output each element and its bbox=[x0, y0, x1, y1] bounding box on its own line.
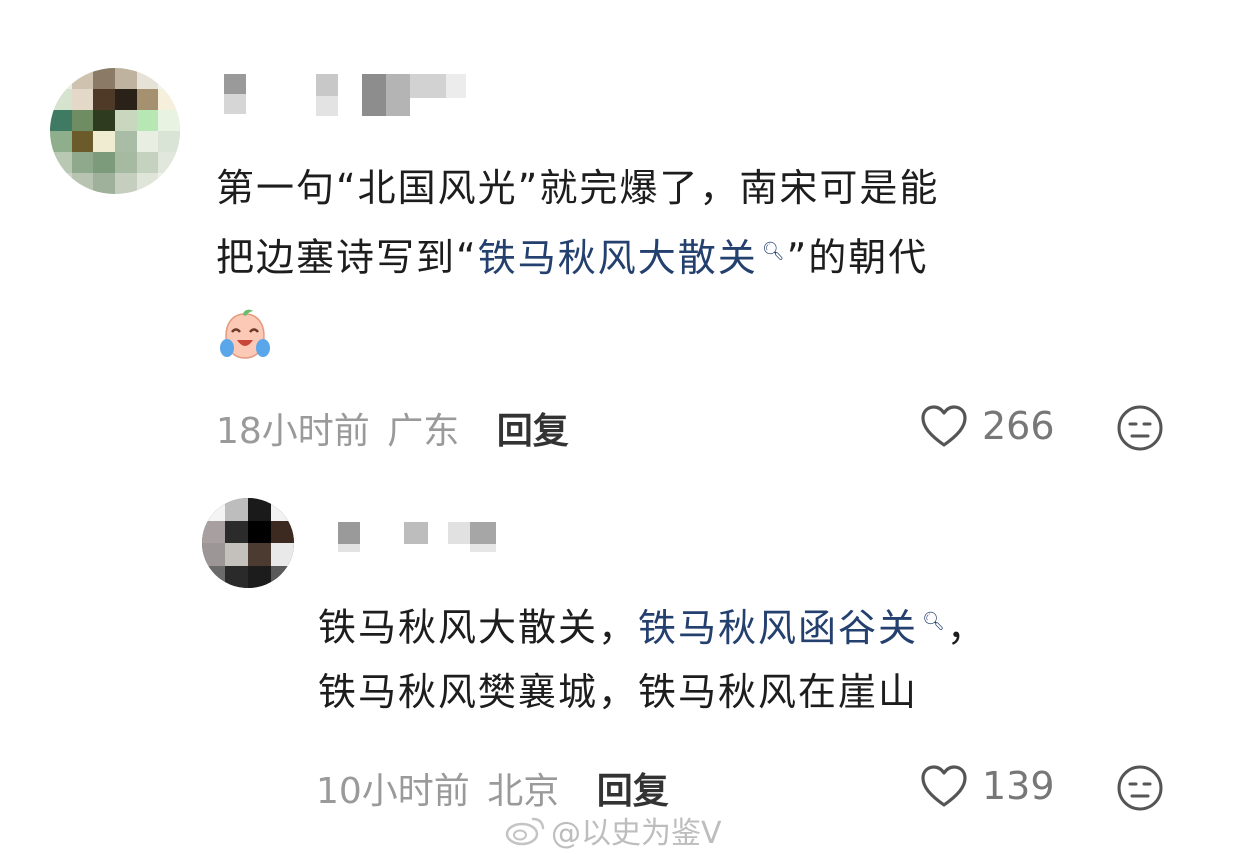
reply-text: 铁马秋风大散关，铁马秋风函谷关 🔍︎， 铁马秋风樊襄城，铁马秋风在崖山 bbox=[318, 590, 1178, 724]
reply-meta: 10小时前 北京 回复 bbox=[316, 762, 669, 814]
comment-link-dasanguan[interactable]: 铁马秋风大散关 🔍︎ bbox=[478, 236, 787, 280]
comment-meta: 18小时前 广东 回复 bbox=[216, 402, 569, 454]
comment-like-button[interactable]: 266 bbox=[920, 404, 1055, 448]
search-icon[interactable]: 🔍︎ bbox=[922, 611, 947, 632]
comment-time: 18小时前 bbox=[216, 411, 370, 452]
comment-username[interactable] bbox=[224, 74, 466, 116]
search-icon[interactable]: 🔍︎ bbox=[762, 241, 787, 262]
heart-outline-icon bbox=[921, 405, 967, 447]
comment-text-line1: 第一句“北国风光”就完爆了，南宋可是能 bbox=[216, 166, 940, 210]
reply-text-pre: 铁马秋风大散关， bbox=[318, 605, 639, 650]
reply-reply-button[interactable]: 回复 bbox=[597, 771, 669, 812]
neutral-face-icon[interactable] bbox=[1116, 764, 1164, 812]
heart-outline-icon bbox=[921, 765, 967, 807]
reply-time: 10小时前 bbox=[316, 771, 470, 812]
comment-like-count: 266 bbox=[982, 404, 1055, 448]
crying-laughing-emoji bbox=[220, 309, 270, 359]
reply-like-button[interactable]: 139 bbox=[920, 764, 1055, 808]
watermark: @以史为鉴V bbox=[505, 808, 722, 852]
reply-like-count: 139 bbox=[982, 764, 1055, 808]
reply-link-text[interactable]: 铁马秋风函谷关 bbox=[638, 606, 918, 650]
weibo-logo-icon bbox=[505, 817, 545, 846]
comment-avatar[interactable] bbox=[50, 68, 180, 194]
reply-link-hanguguan[interactable]: 铁马秋风函谷关 🔍︎ bbox=[638, 606, 947, 650]
comment-text-line2-post: ”的朝代 bbox=[786, 235, 929, 280]
watermark-text: @以史为鉴V bbox=[551, 816, 722, 851]
comment-link-text[interactable]: 铁马秋风大散关 bbox=[478, 236, 758, 280]
reply-avatar[interactable] bbox=[202, 498, 294, 588]
reply-text-line2: 铁马秋风樊襄城，铁马秋风在崖山 bbox=[318, 669, 919, 714]
reply-text-post: ， bbox=[946, 605, 987, 650]
comment-text: 第一句“北国风光”就完爆了，南宋可是能 把边塞诗写到“铁马秋风大散关 🔍︎”的朝代 bbox=[216, 156, 1176, 290]
reply-username[interactable] bbox=[338, 522, 496, 552]
comment-text-line2-pre: 把边塞诗写到“ bbox=[216, 235, 478, 280]
reply-location: 北京 bbox=[487, 771, 560, 812]
neutral-face-icon[interactable] bbox=[1116, 404, 1164, 452]
comment-location: 广东 bbox=[387, 411, 460, 452]
comment-reply-button[interactable]: 回复 bbox=[497, 411, 569, 452]
